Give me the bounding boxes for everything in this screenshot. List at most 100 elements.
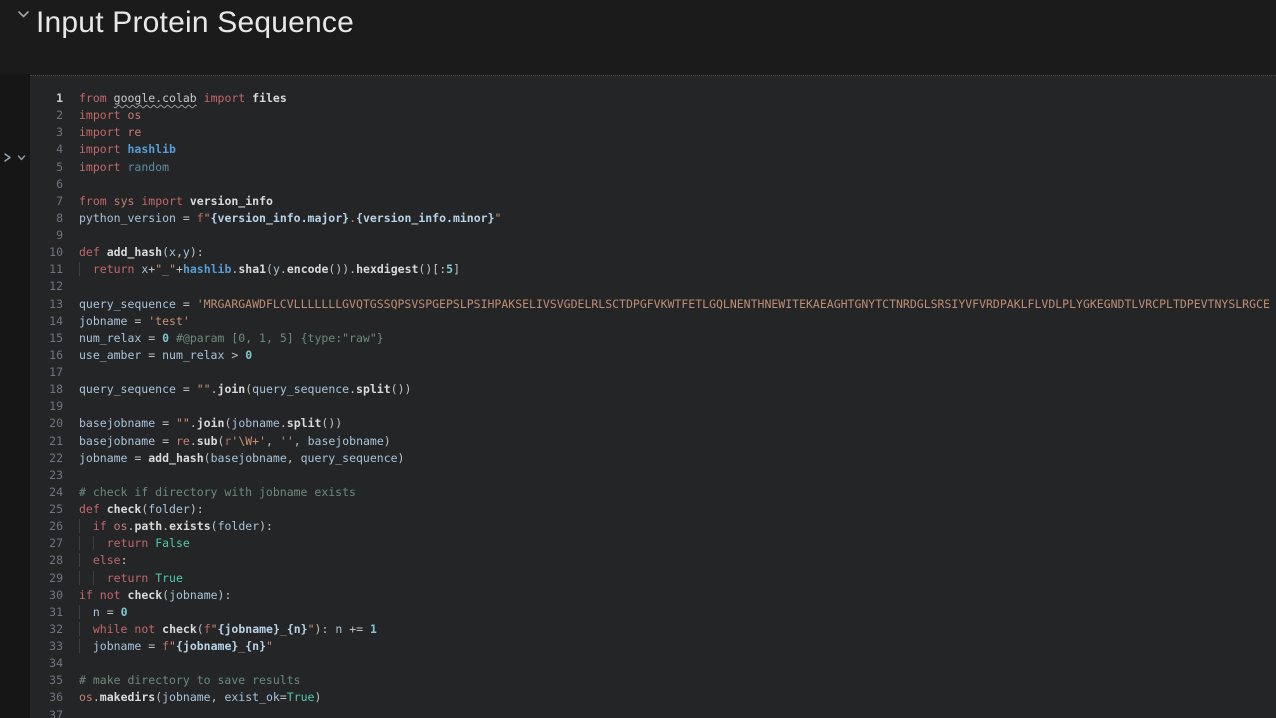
line-number: 1: [30, 90, 63, 107]
code-line[interactable]: 18query_sequence = "".join(query_sequenc…: [30, 381, 1276, 398]
line-number: 22: [30, 450, 63, 467]
code-line[interactable]: 16use_amber = num_relax > 0: [30, 347, 1276, 364]
code-line[interactable]: 31 n = 0: [30, 604, 1276, 621]
code-text: [63, 279, 79, 293]
line-number: 34: [30, 655, 63, 672]
code-line[interactable]: 10def add_hash(x,y):: [30, 244, 1276, 261]
line-number: 23: [30, 467, 63, 484]
code-text: use_amber = num_relax > 0: [63, 348, 252, 362]
code-line[interactable]: 2import os: [30, 107, 1276, 124]
code-text: [63, 656, 79, 670]
code-editor[interactable]: 1from google.colab import files2import o…: [30, 90, 1276, 718]
code-line[interactable]: 37: [30, 707, 1276, 718]
line-number: 15: [30, 330, 63, 347]
line-number: 26: [30, 518, 63, 535]
line-number: 29: [30, 570, 63, 587]
code-line[interactable]: 22jobname = add_hash(basejobname, query_…: [30, 450, 1276, 467]
code-line[interactable]: 4import hashlib: [30, 141, 1276, 158]
line-number: 12: [30, 278, 63, 295]
chevron-down-icon[interactable]: [17, 10, 30, 19]
line-number: 27: [30, 535, 63, 552]
code-line[interactable]: 19: [30, 398, 1276, 415]
code-text: import re: [63, 125, 141, 139]
code-text: [63, 177, 79, 191]
line-number: 16: [30, 347, 63, 364]
line-number: 36: [30, 689, 63, 706]
line-number: 21: [30, 433, 63, 450]
code-line[interactable]: 5import random: [30, 159, 1276, 176]
code-line[interactable]: 3import re: [30, 124, 1276, 141]
code-line[interactable]: 32 while not check(f"{jobname}_{n}"): n …: [30, 621, 1276, 638]
code-text: else:: [63, 553, 128, 567]
code-line[interactable]: 21basejobname = re.sub(r'\W+', '', basej…: [30, 433, 1276, 450]
code-text: [63, 708, 79, 718]
code-line[interactable]: 20basejobname = "".join(jobname.split()): [30, 415, 1276, 432]
line-number: 7: [30, 193, 63, 210]
code-line[interactable]: 30if not check(jobname):: [30, 587, 1276, 604]
line-number: 8: [30, 210, 63, 227]
code-line[interactable]: 25def check(folder):: [30, 501, 1276, 518]
line-number: 19: [30, 398, 63, 415]
code-text: jobname = add_hash(basejobname, query_se…: [63, 451, 404, 465]
code-line[interactable]: 35# make directory to save results: [30, 672, 1276, 689]
code-line[interactable]: 28 else:: [30, 552, 1276, 569]
code-line[interactable]: 23: [30, 467, 1276, 484]
code-line[interactable]: 27 return False: [30, 535, 1276, 552]
line-number: 17: [30, 364, 63, 381]
code-text: from google.colab import files: [63, 91, 287, 105]
code-text: # make directory to save results: [63, 673, 301, 687]
line-number: 5: [30, 159, 63, 176]
code-text: return x+"_"+hashlib.sha1(y.encode()).he…: [63, 262, 460, 276]
line-number: 10: [30, 244, 63, 261]
line-number: 3: [30, 124, 63, 141]
code-text: [63, 228, 79, 242]
code-line[interactable]: 26 if os.path.exists(folder):: [30, 518, 1276, 535]
code-text: if not check(jobname):: [63, 588, 231, 602]
line-number: 11: [30, 261, 63, 278]
code-line[interactable]: 29 return True: [30, 570, 1276, 587]
code-cell[interactable]: 1from google.colab import files2import o…: [30, 75, 1276, 718]
line-number: 24: [30, 484, 63, 501]
code-line[interactable]: 13query_sequence = 'MRGARGAWDFLCVLLLLLLL…: [30, 296, 1276, 313]
code-line[interactable]: 8python_version = f"{version_info.major}…: [30, 210, 1276, 227]
code-line[interactable]: 1from google.colab import files: [30, 90, 1276, 107]
code-text: basejobname = "".join(jobname.split()): [63, 416, 342, 430]
code-text: [63, 365, 79, 379]
chevron-down-icon[interactable]: [16, 152, 27, 163]
code-text: while not check(f"{jobname}_{n}"): n += …: [63, 622, 377, 636]
code-line[interactable]: 11 return x+"_"+hashlib.sha1(y.encode())…: [30, 261, 1276, 278]
code-line[interactable]: 15num_relax = 0 #@param [0, 1, 5] {type:…: [30, 330, 1276, 347]
code-line[interactable]: 36os.makedirs(jobname, exist_ok=True): [30, 689, 1276, 706]
code-text: [63, 468, 79, 482]
code-line[interactable]: 12: [30, 278, 1276, 295]
line-number: 35: [30, 672, 63, 689]
code-line[interactable]: 17: [30, 364, 1276, 381]
code-text: num_relax = 0 #@param [0, 1, 5] {type:"r…: [63, 331, 384, 345]
code-text: # check if directory with jobname exists: [63, 485, 356, 499]
line-number: 13: [30, 296, 63, 313]
code-text: os.makedirs(jobname, exist_ok=True): [63, 690, 321, 704]
section-title: Input Protein Sequence: [36, 6, 354, 40]
code-line[interactable]: 24# check if directory with jobname exis…: [30, 484, 1276, 501]
code-line[interactable]: 9: [30, 227, 1276, 244]
code-text: python_version = f"{version_info.major}.…: [63, 211, 501, 225]
code-line[interactable]: 14jobname = 'test': [30, 313, 1276, 330]
line-number: 30: [30, 587, 63, 604]
code-text: from sys import version_info: [63, 194, 273, 208]
code-text: import random: [63, 160, 169, 174]
line-number: 14: [30, 313, 63, 330]
section-header: Input Protein Sequence: [0, 0, 1276, 74]
notebook-left-rail: [0, 74, 30, 718]
line-number: 31: [30, 604, 63, 621]
code-line[interactable]: 7from sys import version_info: [30, 193, 1276, 210]
code-line[interactable]: 6: [30, 176, 1276, 193]
chevron-right-icon[interactable]: [2, 152, 13, 163]
line-number: 33: [30, 638, 63, 655]
line-number: 9: [30, 227, 63, 244]
code-line[interactable]: 33 jobname = f"{jobname}_{n}": [30, 638, 1276, 655]
code-line[interactable]: 34: [30, 655, 1276, 672]
code-text: return False: [63, 536, 190, 550]
code-text: jobname = 'test': [63, 314, 190, 328]
code-text: def add_hash(x,y):: [63, 245, 204, 259]
code-text: basejobname = re.sub(r'\W+', '', basejob…: [63, 434, 391, 448]
